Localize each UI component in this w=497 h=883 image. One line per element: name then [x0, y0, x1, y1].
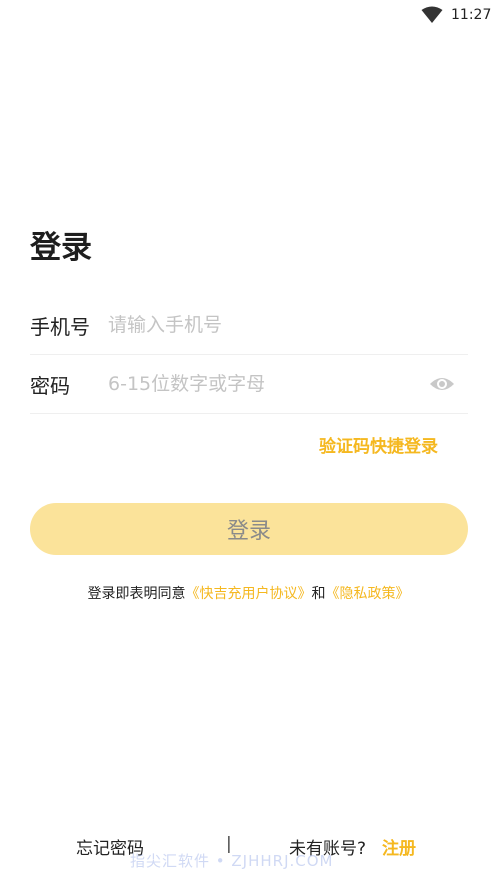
login-button[interactable]: 登录	[30, 503, 468, 555]
privacy-policy-link[interactable]: 《隐私政策》	[326, 586, 410, 602]
page-title: 登录	[30, 230, 92, 266]
wifi-icon	[421, 6, 443, 23]
agreement-text: 登录即表明同意《快吉充用户协议》和《隐私政策》	[0, 583, 497, 603]
agreement-prefix: 登录即表明同意	[87, 586, 186, 602]
sms-login-link[interactable]: 验证码快捷登录	[319, 432, 438, 457]
watermark: 指尖汇软件 • ZJHHRJ.COM	[130, 852, 334, 870]
password-input[interactable]	[108, 366, 418, 402]
eye-icon[interactable]	[429, 373, 455, 395]
agreement-and: 和	[311, 586, 326, 602]
password-row: 密码	[30, 356, 468, 414]
status-bar: 11:27	[0, 0, 497, 32]
phone-label: 手机号	[30, 315, 90, 339]
password-label: 密码	[30, 374, 70, 398]
register-link[interactable]: 注册	[382, 834, 416, 859]
phone-row: 手机号	[30, 297, 468, 355]
phone-input[interactable]	[108, 307, 418, 343]
status-time: 11:27	[451, 7, 492, 23]
user-agreement-link[interactable]: 《快吉充用户协议》	[186, 586, 312, 602]
